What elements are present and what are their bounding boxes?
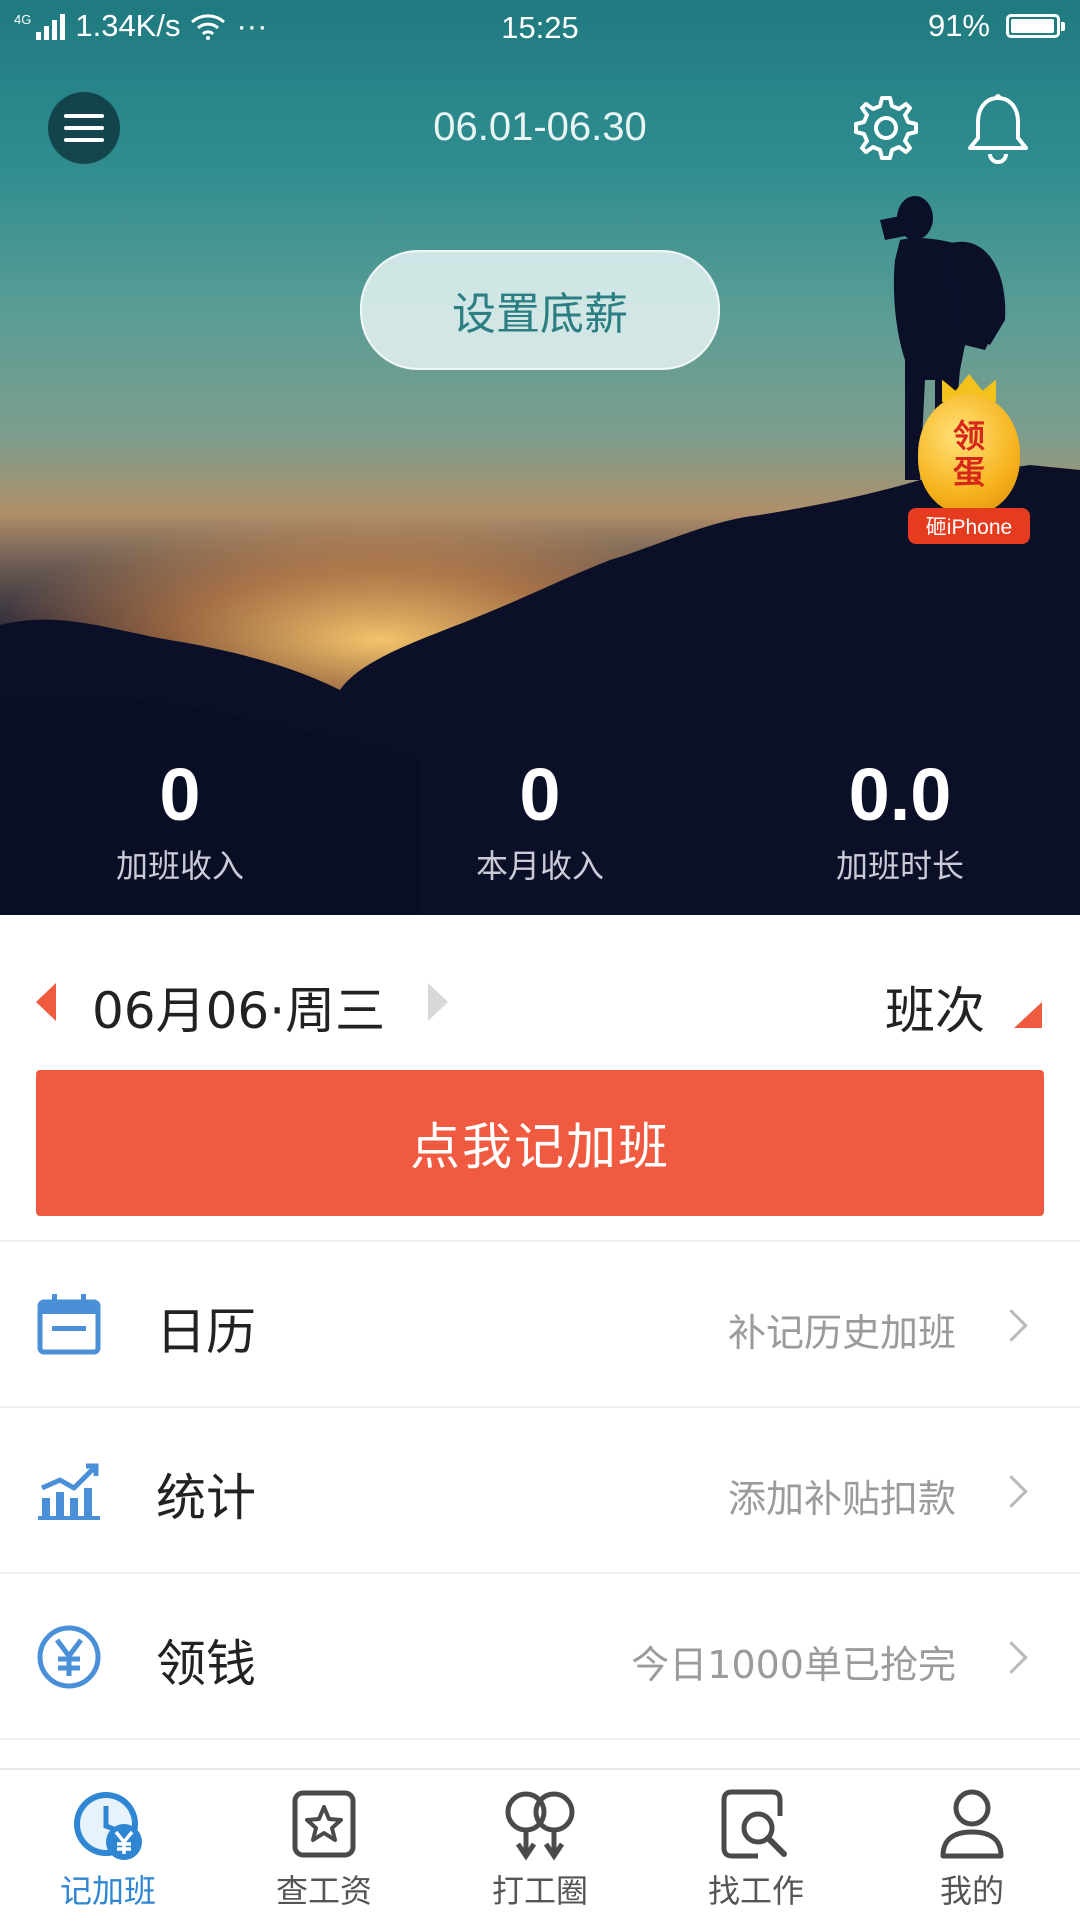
- battery-percent: 91%: [927, 8, 990, 43]
- promo-line2: 蛋: [952, 453, 985, 491]
- promo-line1: 领: [952, 417, 985, 455]
- stat-label: 本月收入: [475, 847, 604, 885]
- tab-label: 我的: [939, 1872, 1004, 1910]
- yen-icon: [37, 1625, 101, 1689]
- shift-selector[interactable]: 班次: [885, 971, 985, 1043]
- hero-banner: 4G 1.34K/s ··· 15:25 91% 06.01-06.30 设置底…: [0, 0, 1080, 915]
- clock: 15:25: [501, 10, 579, 45]
- tab-profile[interactable]: 我的: [864, 1770, 1080, 1922]
- settings-button[interactable]: [848, 92, 920, 168]
- user-icon: [940, 1789, 1004, 1859]
- record-overtime-button[interactable]: 点我记加班: [36, 1070, 1044, 1216]
- gear-icon: [854, 96, 918, 160]
- list-item-subtitle: 今日1000单已抢完: [631, 1643, 956, 1687]
- tab-record-overtime[interactable]: 记加班: [0, 1770, 216, 1922]
- promo-tag: 砸iPhone: [908, 508, 1030, 544]
- list-item-title: 领钱: [156, 1635, 256, 1693]
- golden-egg-icon: 领 蛋: [918, 394, 1020, 514]
- promo-egg-badge[interactable]: 领 蛋 砸iPhone: [904, 370, 1034, 550]
- tab-find-job[interactable]: 找工作: [648, 1770, 864, 1922]
- status-bar: 4G 1.34K/s ··· 15:25 91%: [0, 0, 1080, 58]
- tab-label: 打工圈: [491, 1872, 588, 1910]
- battery-icon: [1006, 14, 1065, 38]
- list-item-calendar[interactable]: 日历 补记历史加班: [0, 1242, 1080, 1406]
- stat-value: 0: [159, 753, 201, 836]
- current-date[interactable]: 06月06·周三: [92, 971, 385, 1043]
- stat-value: 0: [519, 753, 561, 836]
- next-day-arrow-icon[interactable]: [428, 983, 448, 1021]
- date-selector: 06月06·周三 班次: [0, 965, 1080, 1045]
- stat-overtime-hours[interactable]: 0.0 加班时长: [720, 745, 1080, 887]
- star-badge-icon: [292, 1790, 356, 1858]
- notification-button[interactable]: [966, 92, 1030, 168]
- prev-day-arrow-icon[interactable]: [36, 983, 56, 1021]
- list-item-subtitle: 添加补贴扣款: [727, 1477, 956, 1521]
- stat-overtime-income[interactable]: 0 加班收入: [0, 745, 360, 887]
- bell-icon: [968, 94, 1028, 164]
- chart-icon: [38, 1463, 100, 1520]
- tab-label: 查工资: [275, 1872, 372, 1910]
- list-item-statistics[interactable]: 统计 添加补贴扣款: [0, 1408, 1080, 1572]
- tab-label: 记加班: [59, 1872, 156, 1910]
- divider: [0, 1738, 1080, 1740]
- chevron-right-icon: [995, 1641, 1028, 1674]
- list-item-collect-money[interactable]: 领钱 今日1000单已抢完: [0, 1574, 1080, 1738]
- tab-work-circle[interactable]: 打工圈: [432, 1770, 648, 1922]
- stat-label: 加班收入: [115, 847, 244, 885]
- list-item-title: 统计: [156, 1469, 256, 1527]
- list-item-subtitle: 补记历史加班: [727, 1311, 956, 1355]
- search-doc-icon: [721, 1789, 787, 1859]
- stat-label: 加班时长: [835, 847, 964, 885]
- tab-label: 找工作: [707, 1872, 804, 1910]
- clock-yen-icon: [74, 1792, 142, 1860]
- chevron-right-icon: [995, 1309, 1028, 1342]
- stats-row: 0 加班收入 0 本月收入 0.0 加班时长: [0, 745, 1080, 887]
- set-base-salary-button[interactable]: 设置底薪: [360, 250, 720, 370]
- stat-monthly-income[interactable]: 0 本月收入: [360, 745, 720, 887]
- bottom-tab-bar: 记加班 查工资 打工圈 找工作 我的: [0, 1768, 1080, 1922]
- calendar-icon: [37, 1294, 101, 1355]
- stat-value: 0.0: [848, 753, 952, 836]
- list-item-title: 日历: [156, 1303, 256, 1361]
- tab-check-salary[interactable]: 查工资: [216, 1770, 432, 1922]
- chevron-right-icon: [995, 1475, 1028, 1508]
- circle-pins-icon: [505, 1791, 575, 1861]
